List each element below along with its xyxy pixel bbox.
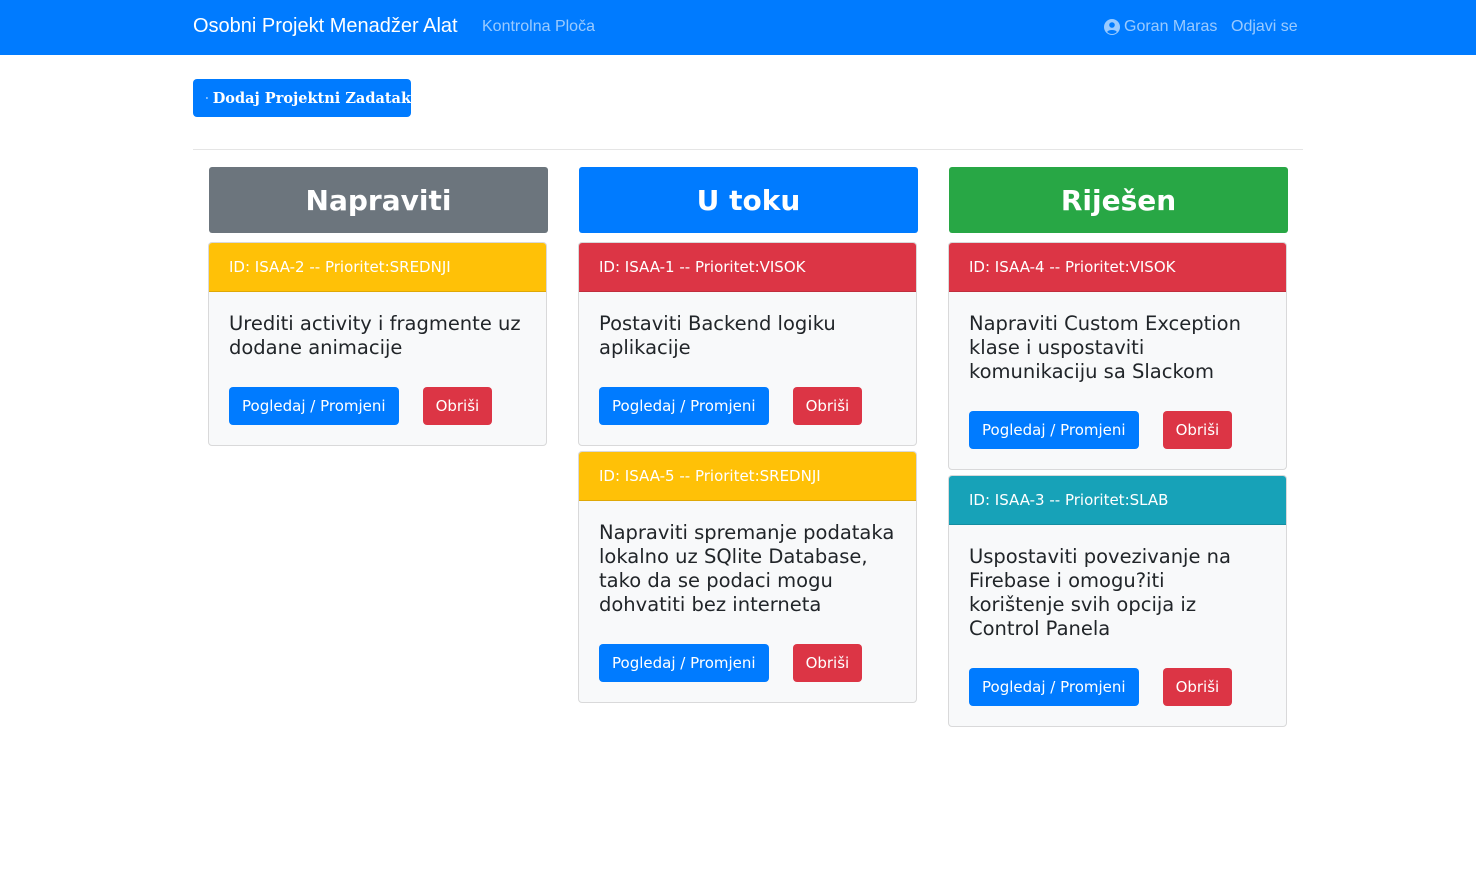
view-edit-button[interactable]: Pogledaj / Promjeni	[969, 668, 1139, 706]
task-title: Postaviti Backend logiku aplikacije	[599, 312, 836, 359]
view-edit-button[interactable]: Pogledaj / Promjeni	[599, 387, 769, 425]
delete-button[interactable]: Obriši	[1162, 411, 1233, 449]
task-card-header: ID: ISAA-5 -- Prioritet:SREDNJI	[579, 452, 916, 501]
delete-button[interactable]: Obriši	[422, 387, 493, 425]
add-task-label: Dodaj Projektni Zadatak	[212, 89, 411, 107]
task-title: Uspostaviti povezivanje na Firebase i om…	[969, 545, 1231, 640]
top-navbar: Osobni Projekt Menadžer Alat Kontrolna P…	[0, 0, 1476, 55]
column-header-done: Riješen	[949, 167, 1288, 233]
task-card: ID: ISAA-3 -- Prioritet:SLAB Uspostaviti…	[948, 475, 1287, 727]
task-card: ID: ISAA-5 -- Prioritet:SREDNJI Napravit…	[578, 451, 917, 703]
task-card: ID: ISAA-1 -- Prioritet:VISOK Postaviti …	[578, 242, 917, 446]
add-task-button[interactable]: Dodaj Projektni Zadatak	[193, 79, 411, 117]
divider	[193, 149, 1303, 150]
brand-link[interactable]: Osobni Projekt Menadžer Alat	[193, 15, 458, 38]
nav-user-link[interactable]: Goran Maras	[1104, 18, 1217, 36]
view-edit-button[interactable]: Pogledaj / Promjeni	[229, 387, 399, 425]
task-card: ID: ISAA-2 -- Prioritet:SREDNJI Urediti …	[208, 242, 547, 446]
task-title: Napraviti spremanje podataka lokalno uz …	[599, 521, 895, 616]
column-header-in-progress: U toku	[579, 167, 918, 233]
column-header-todo: Napraviti	[209, 167, 548, 233]
logout-link[interactable]: Odjavi se	[1231, 18, 1298, 36]
user-circle-icon	[1104, 19, 1120, 35]
task-title: Napraviti Custom Exception klase i uspos…	[969, 312, 1241, 383]
task-card: ID: ISAA-4 -- Prioritet:VISOK Napraviti …	[948, 242, 1287, 470]
delete-button[interactable]: Obriši	[1162, 668, 1233, 706]
user-name: Goran Maras	[1124, 18, 1218, 35]
task-title: Urediti activity i fragmente uz dodane a…	[229, 312, 521, 359]
delete-button[interactable]: Obriši	[792, 644, 863, 682]
plus-circle-icon	[206, 97, 208, 99]
task-card-header: ID: ISAA-4 -- Prioritet:VISOK	[949, 243, 1286, 292]
task-card-header: ID: ISAA-1 -- Prioritet:VISOK	[579, 243, 916, 292]
delete-button[interactable]: Obriši	[792, 387, 863, 425]
nav-dashboard-link[interactable]: Kontrolna Ploča	[482, 18, 595, 36]
task-card-header: ID: ISAA-3 -- Prioritet:SLAB	[949, 476, 1286, 525]
view-edit-button[interactable]: Pogledaj / Promjeni	[969, 411, 1139, 449]
view-edit-button[interactable]: Pogledaj / Promjeni	[599, 644, 769, 682]
task-card-header: ID: ISAA-2 -- Prioritet:SREDNJI	[209, 243, 546, 292]
